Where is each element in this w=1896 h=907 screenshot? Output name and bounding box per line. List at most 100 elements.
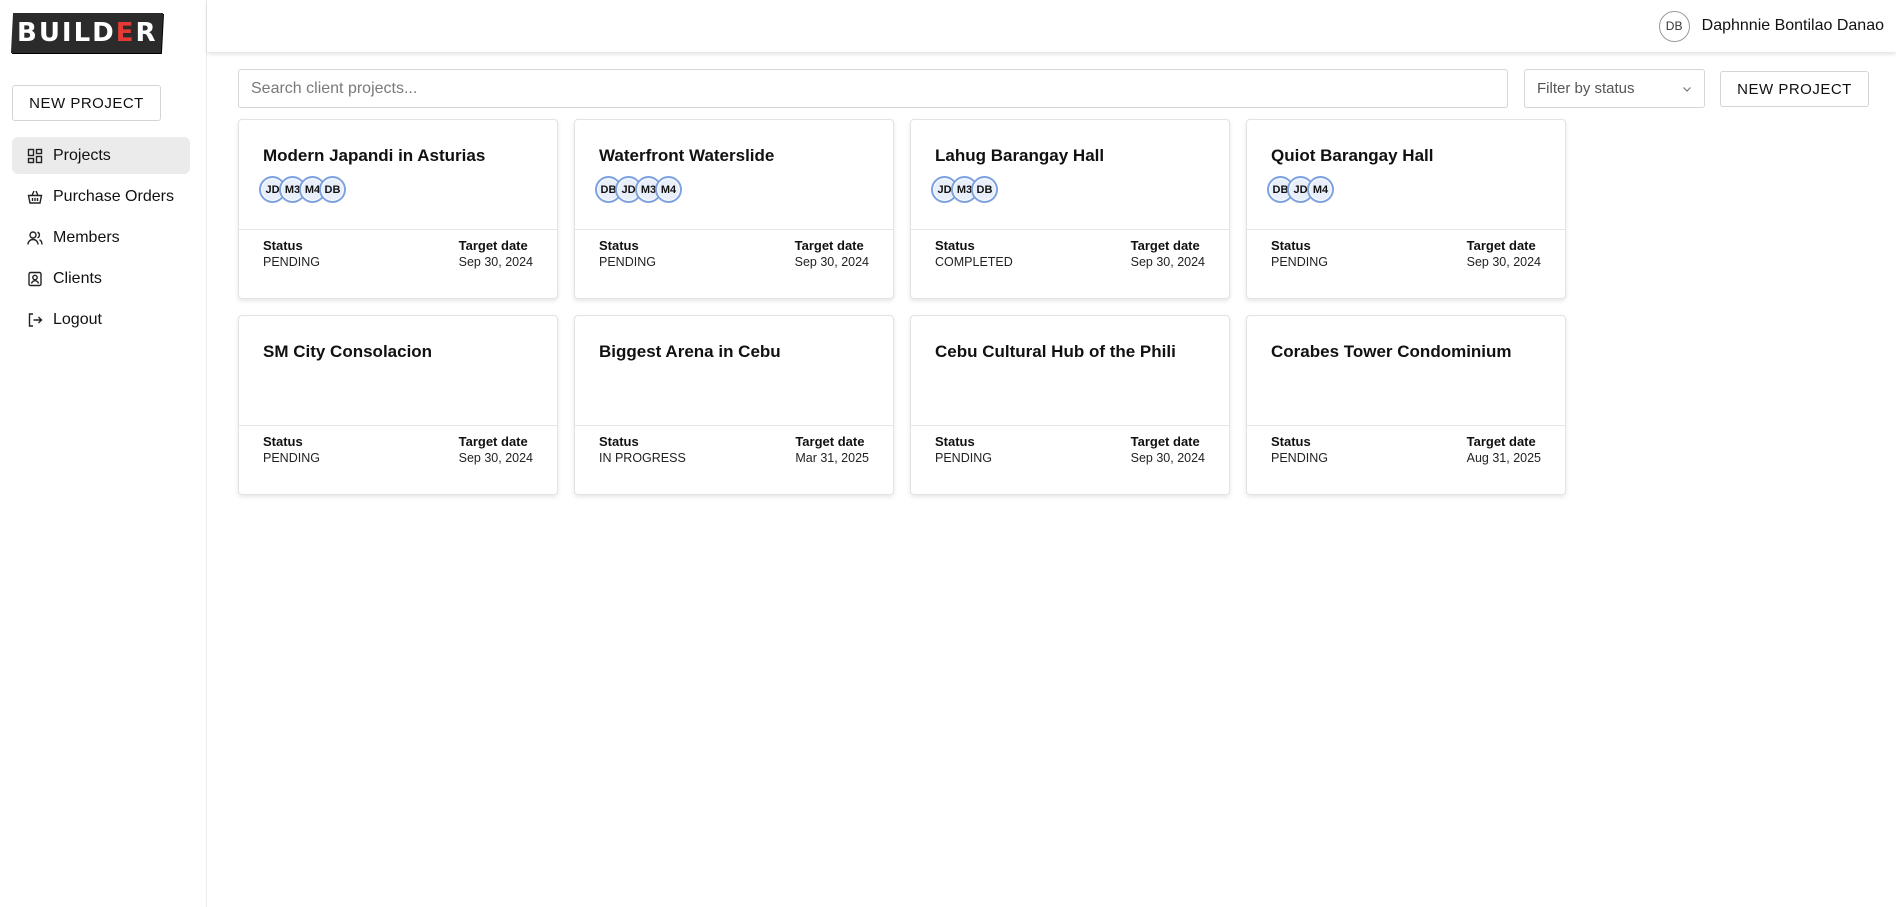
contact-icon <box>28 271 42 286</box>
card-divider <box>239 425 557 426</box>
status-block: Status PENDING <box>599 238 656 269</box>
target-date-label: Target date <box>1130 434 1200 449</box>
project-card[interactable]: Cebu Cultural Hub of the Phili Status PE… <box>910 315 1230 495</box>
avatar[interactable]: DB <box>1658 10 1690 42</box>
card-divider <box>1247 229 1565 230</box>
target-date-label: Target date <box>458 238 528 253</box>
project-title: Corabes Tower Condominium <box>1271 342 1512 361</box>
users-icon <box>27 230 43 245</box>
user-name: Daphnnie Bontilao Danao <box>1701 17 1884 34</box>
project-title: Modern Japandi in Asturias <box>263 146 486 165</box>
member-avatar: M4 <box>655 176 682 203</box>
sidebar-nav: Projects Purchase Orders Members Clients… <box>12 137 190 342</box>
status-value: PENDING <box>1271 255 1328 269</box>
target-date-value: Sep 30, 2024 <box>1130 451 1205 465</box>
status-block: Status COMPLETED <box>935 238 1013 269</box>
status-value: IN PROGRESS <box>599 451 686 465</box>
filter-label: Filter by status <box>1537 80 1635 97</box>
sidebar-item-clients[interactable]: Clients <box>12 260 190 297</box>
card-divider <box>575 229 893 230</box>
target-date-value: Sep 30, 2024 <box>1466 255 1541 269</box>
target-date-label: Target date <box>794 238 864 253</box>
status-value: PENDING <box>263 255 320 269</box>
search-input[interactable] <box>238 69 1508 108</box>
sidebar-item-purchase-orders[interactable]: Purchase Orders <box>12 178 190 215</box>
member-avatars: DB JD M4 <box>1267 176 1334 203</box>
logo-text: BUILDER <box>16 18 158 48</box>
status-block: Status IN PROGRESS <box>599 434 686 465</box>
sidebar-new-project-button[interactable]: NEW PROJECT <box>12 85 161 121</box>
project-title: SM City Consolacion <box>263 342 433 361</box>
target-date-value: Sep 30, 2024 <box>794 255 869 269</box>
project-title: Quiot Barangay Hall <box>1271 146 1434 165</box>
status-block: Status PENDING <box>1271 238 1328 269</box>
target-date-block: Target date Aug 31, 2025 <box>1467 434 1541 465</box>
card-divider <box>1247 425 1565 426</box>
project-card[interactable]: Corabes Tower Condominium Status PENDING… <box>1246 315 1566 495</box>
status-value: PENDING <box>1271 451 1328 465</box>
target-date-block: Target date Mar 31, 2025 <box>795 434 869 465</box>
sidebar-item-label: Logout <box>53 310 102 328</box>
project-card[interactable]: Biggest Arena in Cebu Status IN PROGRESS… <box>574 315 894 495</box>
new-project-button[interactable]: NEW PROJECT <box>1720 71 1869 107</box>
project-card[interactable]: Quiot Barangay Hall DB JD M4 Status PEND… <box>1246 119 1566 299</box>
project-title: Lahug Barangay Hall <box>935 146 1105 165</box>
sidebar-item-members[interactable]: Members <box>12 219 190 256</box>
target-date-label: Target date <box>1130 238 1200 253</box>
logout-icon <box>28 312 43 327</box>
status-value: PENDING <box>599 255 656 269</box>
builder-logo[interactable]: BUILDER <box>10 13 164 53</box>
app-root: BUILDER NEW PROJECT Projects Purchase Or… <box>0 0 1896 907</box>
target-date-value: Sep 30, 2024 <box>458 255 533 269</box>
target-date-value: Sep 30, 2024 <box>1130 255 1205 269</box>
status-label: Status <box>599 238 639 253</box>
member-avatars: DB JD M3 M4 <box>595 176 682 203</box>
status-block: Status PENDING <box>1271 434 1328 465</box>
project-title: Waterfront Waterslide <box>599 146 775 165</box>
target-date-block: Target date Sep 30, 2024 <box>795 238 869 269</box>
project-card[interactable]: Lahug Barangay Hall JD M3 DB Status COMP… <box>910 119 1230 299</box>
sidebar-item-label: Purchase Orders <box>53 187 174 205</box>
target-date-label: Target date <box>1466 434 1536 449</box>
status-value: PENDING <box>935 451 992 465</box>
project-title: Biggest Arena in Cebu <box>599 342 781 361</box>
user-menu[interactable]: DB Daphnnie Bontilao Danao <box>1658 10 1884 42</box>
status-label: Status <box>935 238 975 253</box>
project-card[interactable]: Waterfront Waterslide DB JD M3 M4 Status… <box>574 119 894 299</box>
target-date-value: Sep 30, 2024 <box>458 451 533 465</box>
target-date-label: Target date <box>795 434 865 449</box>
card-divider <box>911 425 1229 426</box>
chevron-down-icon <box>1683 86 1691 92</box>
target-date-block: Target date Sep 30, 2024 <box>459 238 533 269</box>
sidebar-item-logout[interactable]: Logout <box>12 301 190 338</box>
status-label: Status <box>263 238 303 253</box>
member-avatars: JD M3 DB <box>931 176 998 203</box>
member-avatar: DB <box>971 176 998 203</box>
target-date-block: Target date Sep 30, 2024 <box>1131 434 1205 465</box>
status-label: Status <box>263 434 303 449</box>
status-label: Status <box>935 434 975 449</box>
target-date-value: Aug 31, 2025 <box>1466 451 1541 465</box>
sidebar-item-projects[interactable]: Projects <box>12 137 190 174</box>
sidebar: BUILDER NEW PROJECT Projects Purchase Or… <box>0 0 207 907</box>
status-filter-select[interactable]: Filter by status <box>1524 69 1705 108</box>
target-date-block: Target date Sep 30, 2024 <box>459 434 533 465</box>
status-label: Status <box>1271 434 1311 449</box>
project-grid: Modern Japandi in Asturias JD M3 M4 DB S… <box>238 119 1566 495</box>
basket-icon <box>27 190 43 204</box>
status-value: COMPLETED <box>935 255 1013 269</box>
project-card[interactable]: SM City Consolacion Status PENDING Targe… <box>238 315 558 495</box>
card-divider <box>575 425 893 426</box>
member-avatar: DB <box>319 176 346 203</box>
target-date-label: Target date <box>1466 238 1536 253</box>
status-label: Status <box>1271 238 1311 253</box>
status-block: Status PENDING <box>263 434 320 465</box>
card-divider <box>239 229 557 230</box>
grid-icon <box>27 148 43 163</box>
member-avatar: M4 <box>1307 176 1334 203</box>
status-label: Status <box>599 434 639 449</box>
project-title: Cebu Cultural Hub of the Phili <box>935 342 1176 361</box>
status-value: PENDING <box>263 451 320 465</box>
target-date-block: Target date Sep 30, 2024 <box>1131 238 1205 269</box>
project-card[interactable]: Modern Japandi in Asturias JD M3 M4 DB S… <box>238 119 558 299</box>
